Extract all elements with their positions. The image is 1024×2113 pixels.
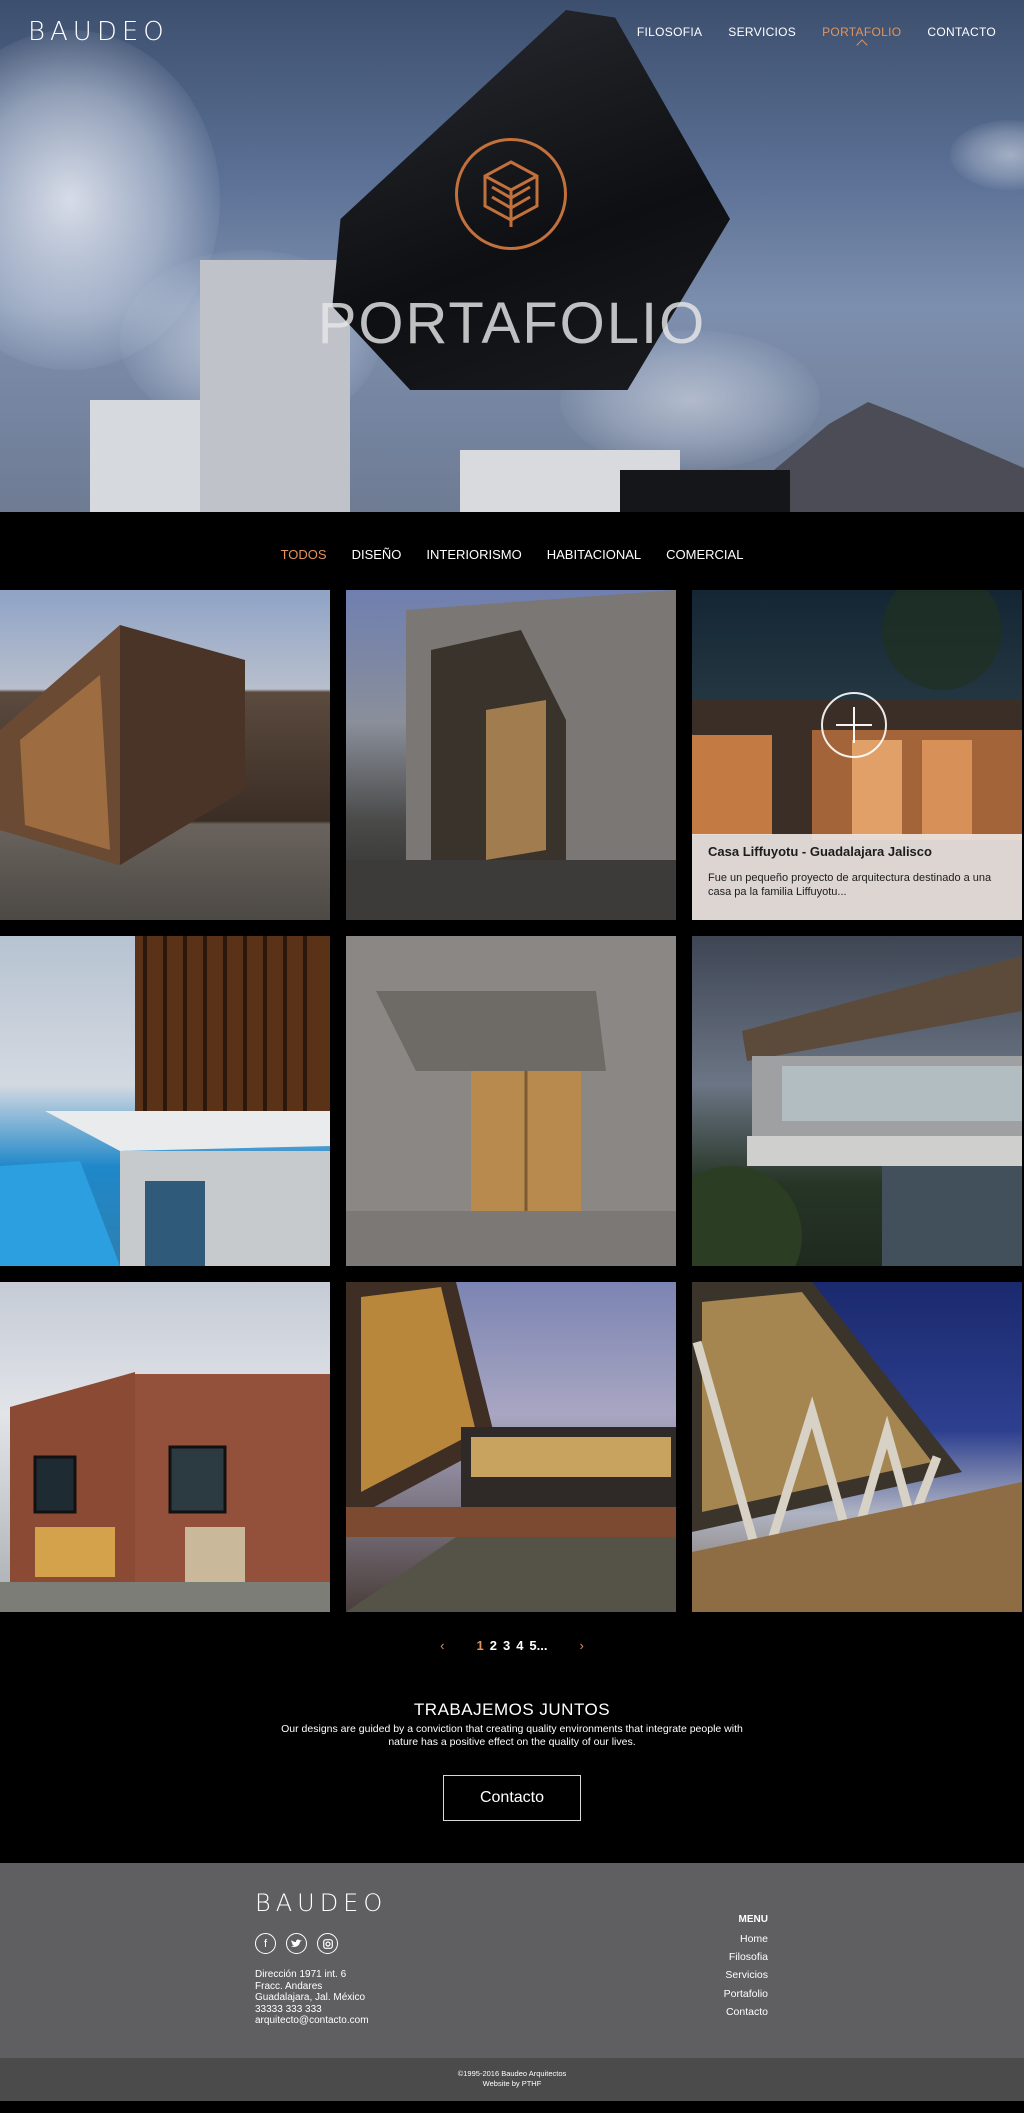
nav-item-contacto[interactable]: CONTACTO [927, 25, 996, 39]
project-thumbnail [0, 625, 245, 865]
project-tile[interactable] [0, 936, 330, 1266]
address-line: Fracc. Andares [255, 1980, 323, 1992]
leaf-cube-emblem-icon [455, 138, 567, 250]
copyright-text: ©1995-2016 Baudeo Arquitectos [457, 2069, 567, 2078]
project-thumbnail [0, 936, 330, 1266]
project-info-overlay: Casa Liffuyotu - Guadalajara Jalisco Fue… [692, 834, 1022, 920]
main-nav: FILOSOFIA SERVICIOS PORTAFOLIO CONTACTO [637, 25, 996, 39]
footer-link-portafolio[interactable]: Portafolio [724, 1988, 768, 2000]
project-tile[interactable] [346, 1282, 676, 1612]
cloud-decoration [950, 120, 1024, 190]
cta-text: Our designs are guided by a conviction t… [281, 1723, 743, 1749]
credit-text: Website by PTHF [482, 2078, 542, 2088]
next-page-button[interactable]: › [580, 1638, 584, 1653]
project-thumbnail [346, 936, 676, 1266]
footer-menu-title: MENU [738, 1914, 768, 1925]
footer-address: Dirección 1971 int. 6 Fracc. Andares Gua… [255, 1969, 369, 2027]
instagram-svg [322, 1938, 333, 1949]
project-thumbnail [692, 956, 1022, 1266]
page-title: PORTAFOLIO [317, 291, 707, 356]
footer: BAUDEO f Dirección 1971 int. 6 Fracc. An… [0, 1863, 1024, 2058]
footer-link-home[interactable]: Home [740, 1933, 768, 1945]
footer-menu: MENU Home Filosofia Servicios Portafolio… [724, 1911, 768, 2021]
footer-logo[interactable]: BAUDEO [255, 1889, 387, 1917]
project-thumbnail [346, 590, 676, 920]
filter-comercial[interactable]: COMERCIAL [666, 547, 743, 562]
pagination: ‹ 1 2 3 4 5 ... › [0, 1616, 1024, 1674]
page-2[interactable]: 2 [490, 1638, 497, 1653]
footer-link-contacto[interactable]: Contacto [726, 2006, 768, 2018]
cta-title: TRABAJEMOS JUNTOS [413, 1700, 611, 1719]
footer-link-servicios[interactable]: Servicios [725, 1969, 768, 1981]
email-link[interactable]: arquitecto@contacto.com [255, 2015, 369, 2026]
nav-item-servicios[interactable]: SERVICIOS [728, 25, 796, 39]
portfolio-filter-bar: TODOS DISEÑO INTERIORISMO HABITACIONAL C… [0, 512, 1024, 590]
legal-bar: ©1995-2016 Baudeo Arquitectos Website by… [0, 2058, 1024, 2101]
filter-habitacional[interactable]: HABITACIONAL [547, 547, 641, 562]
project-tile[interactable] [0, 590, 330, 920]
project-thumbnail [692, 1282, 1022, 1612]
project-thumbnail [0, 1372, 330, 1612]
page-3[interactable]: 3 [503, 1638, 510, 1653]
address-line: Dirección 1971 int. 6 [255, 1969, 347, 1980]
address-line: Guadalajara, Jal. México [255, 1992, 366, 2003]
phone-number: 33333 333 333 [255, 2003, 322, 2015]
nav-item-portafolio[interactable]: PORTAFOLIO [822, 25, 901, 39]
project-tile[interactable] [346, 590, 676, 920]
top-navigation-bar: BAUDEO FILOSOFIA SERVICIOS PORTAFOLIO CO… [0, 0, 1024, 64]
project-thumbnail [346, 1282, 676, 1612]
instagram-icon[interactable] [317, 1933, 338, 1954]
filter-diseno[interactable]: DISEÑO [352, 547, 402, 562]
footer-link-filosofia[interactable]: Filosofia [729, 1951, 768, 1963]
page-1[interactable]: 1 [476, 1638, 483, 1653]
plus-icon[interactable] [821, 692, 887, 758]
twitter-icon[interactable] [286, 1933, 307, 1954]
social-links: f [255, 1933, 338, 1954]
project-tile[interactable] [346, 936, 676, 1266]
project-description: Fue un pequeño proyecto de arquitectura … [708, 872, 992, 899]
page-5[interactable]: 5 [529, 1638, 536, 1653]
contact-button[interactable]: Contacto [443, 1775, 581, 1822]
project-tile[interactable] [692, 936, 1022, 1266]
hero-section: BAUDEO FILOSOFIA SERVICIOS PORTAFOLIO CO… [0, 0, 1024, 512]
nav-item-filosofia[interactable]: FILOSOFIA [637, 25, 702, 39]
site-logo[interactable]: BAUDEO [28, 17, 169, 47]
filter-interiorismo[interactable]: INTERIORISMO [426, 547, 521, 562]
page-ellipsis: ... [536, 1637, 548, 1653]
facebook-icon[interactable]: f [255, 1933, 276, 1954]
portfolio-grid: Casa Liffuyotu - Guadalajara Jalisco Fue… [0, 590, 1024, 1616]
emblem-svg [483, 160, 539, 227]
project-tile[interactable] [0, 1282, 330, 1612]
prev-page-button[interactable]: ‹ [440, 1638, 444, 1653]
project-tile[interactable] [692, 1282, 1022, 1612]
page-4[interactable]: 4 [516, 1638, 523, 1653]
building-dark-base [620, 470, 790, 512]
twitter-bird-svg [291, 1939, 302, 1947]
project-title: Casa Liffuyotu - Guadalajara Jalisco [708, 844, 932, 859]
filter-todos[interactable]: TODOS [281, 547, 327, 562]
project-tile-featured[interactable]: Casa Liffuyotu - Guadalajara Jalisco Fue… [692, 590, 1022, 920]
cta-section: TRABAJEMOS JUNTOS Our designs are guided… [0, 1674, 1024, 1863]
